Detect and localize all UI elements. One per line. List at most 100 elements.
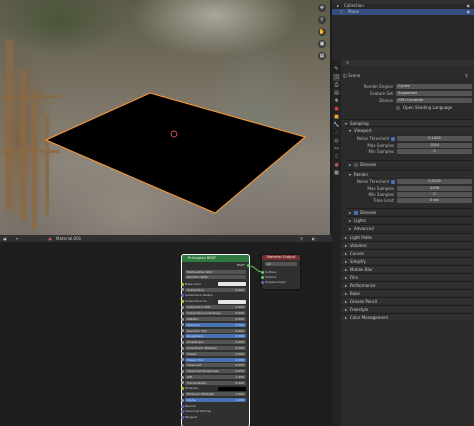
section-film[interactable]: Film [342,273,473,281]
section-sampling[interactable]: Sampling [342,119,473,127]
bsdf-input-socket[interactable] [181,288,184,292]
section-advanced[interactable]: Advanced [346,224,473,232]
bsdf-input-socket[interactable] [181,398,184,402]
bsdf-input-slider[interactable]: Emission Strength 1.000 [185,392,246,397]
bsdf-input-socket[interactable] [181,334,184,338]
world-tab-icon[interactable]: ● [333,106,340,113]
bsdf-input-socket[interactable] [181,340,184,344]
osl-checkbox[interactable] [396,106,400,110]
object-dropdown-icon[interactable]: ▾ [16,235,18,242]
section-grease-pencil[interactable]: Grease Pencil [342,297,473,305]
scene-tab-icon[interactable]: ❖ [333,98,340,105]
r-noise-threshold-field[interactable]: 0.0100 [397,179,472,184]
visibility-eye-icon[interactable]: ◉ [467,9,471,15]
plane-object[interactable] [44,92,307,214]
section-freestyle[interactable]: Freestyle [342,305,473,313]
outliner-plane-row[interactable]: ▽ Plane ◉ [332,9,474,15]
render-tab-icon[interactable]: ◫ [333,74,340,81]
texture-tab-icon[interactable]: ▩ [333,170,340,177]
bsdf-input-row[interactable]: Tangent [181,415,249,421]
visibility-eye-icon[interactable]: ◉ [467,3,471,9]
bsdf-input-slider[interactable]: Clearcoat Roughness 0.030 [185,369,246,374]
search-icon[interactable]: ⚲ [346,60,349,66]
r-max-samples-field[interactable]: 4096 [397,186,472,191]
distribution-dropdown[interactable]: Multiscatter GGX [185,270,246,274]
bsdf-input-socket[interactable] [181,375,184,379]
vp-min-samples-field[interactable]: 0 [397,149,472,154]
bsdf-input-slider[interactable]: Anisotropic Rotation 0.000 [185,346,246,350]
subsurface-method-dropdown[interactable]: Random Walk [185,275,246,279]
color-swatch[interactable] [218,282,246,286]
vp-denoise-checkbox[interactable] [354,162,358,167]
output-tab-icon[interactable]: ⎙ [333,82,340,89]
bsdf-input-socket[interactable] [181,305,184,309]
bsdf-input-socket[interactable] [181,392,184,396]
view-layer-tab-icon[interactable]: ▤ [333,90,340,97]
bsdf-input-slider[interactable]: Metallic 0.000 [185,317,246,321]
bsdf-input-socket[interactable] [181,346,184,350]
section-render[interactable]: Render [346,170,473,178]
material-tab-icon[interactable]: ◕ [333,162,340,169]
3d-viewport[interactable]: ✥ ⚲ ✋ ▣ ▦ [0,0,330,235]
pin-icon[interactable]: ⚲ [300,235,303,242]
collection-visibility[interactable]: ◉ [450,3,471,9]
section-motion-blur[interactable]: Motion Blur [342,265,473,273]
bsdf-node-header[interactable]: Principled BSDF [182,255,249,262]
feature-set-dropdown[interactable]: Supported [396,91,472,96]
node-editor[interactable]: Principled BSDF BSDF Multiscatter GGX Ra… [0,242,332,426]
bsdf-input-socket[interactable] [181,323,184,327]
bsdf-input-socket[interactable] [181,352,184,356]
section-render-denoise[interactable]: Denoise [346,208,473,216]
render-engine-dropdown[interactable]: Cycles [396,84,472,89]
bsdf-input-socket[interactable] [181,387,184,391]
tool-tab-icon[interactable]: ✎ [333,66,340,73]
color-swatch[interactable] [218,386,246,391]
color-swatch[interactable] [218,299,246,304]
output-target-dropdown[interactable]: All [265,262,297,266]
bsdf-input-socket[interactable] [181,317,184,321]
material-output-node[interactable]: Material Output All Surface Volume Displ… [261,255,300,289]
bsdf-input-slider[interactable]: Subsurface Anisotropy 0.000 [185,311,246,316]
render-denoise-checkbox[interactable] [354,210,358,215]
bsdf-input-slider[interactable]: Specular Tint 0.000 [185,328,246,333]
time-limit-field[interactable]: 0 sec [397,198,472,203]
volume-input-socket[interactable] [261,276,264,279]
bsdf-input-socket[interactable] [181,404,184,408]
pan-hand-icon[interactable]: ✋ [318,28,326,36]
section-viewport[interactable]: Viewport [346,126,473,134]
section-light-paths[interactable]: Light Paths [342,233,473,241]
pin-icon[interactable]: ⚲ [465,73,468,78]
bsdf-input-socket[interactable] [181,416,184,420]
bsdf-input-slider[interactable]: Subsurface 0.000 [185,287,246,292]
section-color-management[interactable]: Color Management [342,313,473,321]
bsdf-input-slider[interactable]: Anisotropic 0.000 [185,340,246,345]
bsdf-input-slider[interactable]: Specular 0.500 [185,322,246,327]
bsdf-input-socket[interactable] [181,358,184,362]
section-lights[interactable]: Lights [346,216,473,224]
device-dropdown[interactable]: GPU Compute [396,98,472,103]
data-tab-icon[interactable]: ▽ [333,154,340,161]
physics-tab-icon[interactable]: ◎ [333,138,340,145]
bsdf-output-socket[interactable] [247,264,250,267]
bsdf-input-socket[interactable] [181,369,184,373]
bsdf-input-slider[interactable]: Clearcoat 0.000 [185,363,246,368]
bsdf-input-socket[interactable] [181,410,184,414]
perspective-toggle-icon[interactable]: ▦ [318,52,326,60]
section-curves[interactable]: Curves [342,249,473,257]
bsdf-input-slider[interactable]: IOR 1.450 [185,375,246,379]
section-vp-denoise[interactable]: Denoise [346,160,473,168]
r-noise-threshold-checkbox[interactable] [391,180,395,184]
bsdf-input-slider[interactable]: Sheen Tint 0.500 [185,357,246,362]
bsdf-input-slider[interactable]: Alpha 1.000 [185,398,246,403]
surface-input-socket[interactable] [261,271,264,274]
section-simplify[interactable]: Simplify [342,257,473,265]
bsdf-input-socket[interactable] [181,282,184,286]
overlay-icon[interactable]: ◐ [312,235,316,242]
constraints-tab-icon[interactable]: ⚯ [333,146,340,153]
displacement-input-socket[interactable] [261,281,264,284]
vp-max-samples-field[interactable]: 1024 [397,143,472,148]
bsdf-input-socket[interactable] [181,363,184,367]
material-name-field[interactable]: Material.001 [56,235,81,242]
navigation-gizmo-icon[interactable]: ✥ [318,4,326,12]
r-min-samples-field[interactable]: 0 [397,192,472,197]
